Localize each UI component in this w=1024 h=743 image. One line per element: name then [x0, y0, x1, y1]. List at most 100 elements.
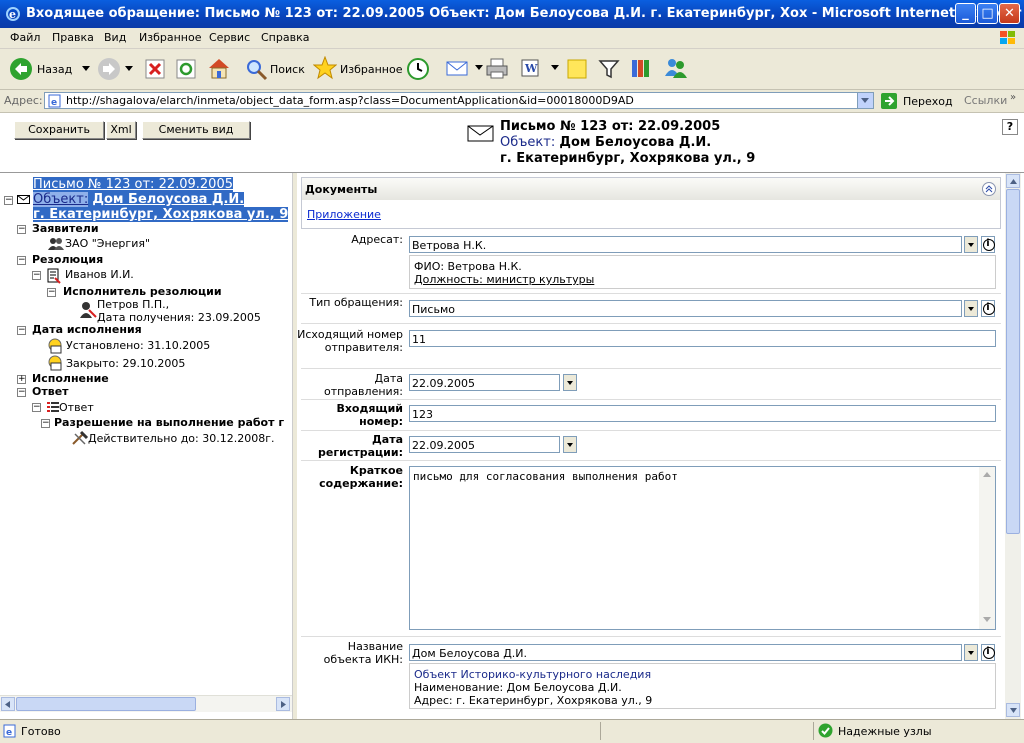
tree-exec-date[interactable]: Дата исполнения [32, 323, 142, 336]
addressee-info-icon[interactable]: i [981, 236, 995, 253]
note-icon[interactable] [566, 58, 588, 80]
object-details: Объект Историко-культурного наследия Наи… [409, 663, 996, 709]
address-input[interactable]: e http://shagalova/elarch/inmeta/object_… [44, 92, 874, 109]
summary-textarea[interactable]: письмо для согласования выполнения работ [409, 466, 996, 630]
addressee-input[interactable]: Ветрова Н.К. [409, 236, 962, 253]
research-icon[interactable] [630, 57, 654, 81]
forward-button[interactable] [96, 56, 133, 85]
collapse-chevron-icon[interactable] [982, 182, 996, 196]
tree-hscroll-thumb[interactable] [16, 697, 196, 711]
addressee-position: Должность: министр культуры [414, 273, 595, 286]
scroll-left-button[interactable] [1, 697, 15, 711]
addressee-label: Адресат: [351, 233, 403, 246]
tree-collapse-answer[interactable]: − [17, 388, 26, 397]
sentdate-input[interactable]: 22.09.2005 [409, 374, 560, 391]
tree-valid-until: Действительно до: 30.12.2008г. [88, 432, 275, 445]
scroll-right-button[interactable] [276, 697, 290, 711]
tree-hscrollbar[interactable] [0, 695, 292, 712]
links-label[interactable]: Ссылки [964, 94, 1007, 107]
svg-text:e: e [9, 8, 16, 21]
tree-answer[interactable]: Ответ [32, 385, 69, 398]
stop-icon[interactable] [145, 59, 165, 79]
regdate-input[interactable]: 22.09.2005 [409, 436, 560, 453]
summary-scrollbar[interactable] [979, 467, 995, 629]
object-info-type: Объект Историко-культурного наследия [414, 668, 652, 681]
tree-permit[interactable]: Разрешение на выполнение работ г [54, 416, 284, 429]
innum-input[interactable]: 123 [409, 405, 996, 422]
minimize-button[interactable]: _ [955, 3, 976, 24]
addressee-dropdown[interactable] [964, 236, 978, 253]
form-vscrollbar[interactable] [1005, 173, 1021, 719]
tree-closed[interactable]: Закрыто: 29.10.2005 [66, 357, 185, 370]
tree-applicants[interactable]: Заявители [32, 222, 99, 235]
search-button[interactable]: Поиск [244, 57, 305, 84]
help-icon[interactable]: ? [1002, 119, 1018, 135]
menu-help[interactable]: Справка [261, 31, 309, 44]
tree-executor[interactable]: Исполнитель резолюции [63, 285, 222, 298]
object-input[interactable]: Дом Белоусова Д.И. [409, 644, 962, 661]
change-view-button[interactable]: Сменить вид [142, 121, 250, 139]
chevron-down-icon[interactable] [551, 65, 559, 71]
address-dropdown-button[interactable] [857, 93, 873, 108]
regdate-picker[interactable] [563, 436, 577, 453]
filter-icon[interactable] [598, 58, 620, 80]
close-button[interactable]: ✕ [999, 3, 1020, 24]
menu-tools[interactable]: Сервис [209, 31, 250, 44]
tree-root-object[interactable]: Объект: Дом Белоусова Д.И. [33, 192, 245, 207]
xml-button[interactable]: Xml [106, 121, 136, 139]
tree-collapse-answer-item[interactable]: − [32, 403, 41, 412]
outnum-input[interactable]: 11 [409, 330, 996, 347]
edit-icon[interactable]: W [520, 58, 542, 78]
tree-collapse-root[interactable]: − [4, 196, 13, 205]
documents-panel: Документы Приложение [301, 177, 1001, 229]
tree-expand-execution[interactable]: + [17, 375, 26, 384]
tree-executor-name[interactable]: Петров П.П., [97, 298, 169, 311]
tree-collapse-applicants[interactable]: − [17, 225, 26, 234]
object-info-icon[interactable]: i [981, 644, 995, 661]
maximize-button[interactable]: □ [977, 3, 998, 24]
refresh-icon[interactable] [176, 59, 196, 79]
home-icon[interactable] [207, 57, 231, 79]
tree-collapse-permit[interactable]: − [41, 419, 50, 428]
menu-edit[interactable]: Правка [52, 31, 94, 44]
chevron-right-icon[interactable]: » [1010, 92, 1016, 103]
addressee-fio: ФИО: Ветрова Н.К. [414, 260, 522, 273]
tree-collapse-executor[interactable]: − [47, 288, 56, 297]
scroll-down-button[interactable] [1006, 703, 1020, 717]
type-dropdown[interactable] [964, 300, 978, 317]
go-button[interactable]: Переход [880, 92, 953, 113]
messenger-icon[interactable] [663, 56, 689, 80]
tree-root-address[interactable]: г. Екатеринбург, Хохрякова ул., 9 [33, 207, 289, 222]
tree-resolution[interactable]: Резолюция [32, 253, 103, 266]
type-input[interactable]: Письмо [409, 300, 962, 317]
menu-file[interactable]: Файл [10, 31, 40, 44]
type-info-icon[interactable]: i [981, 300, 995, 317]
tree-collapse-resolution[interactable]: − [17, 256, 26, 265]
tree-applicant-item[interactable]: ЗАО "Энергия" [65, 237, 150, 250]
tree-collapse-resolution-person[interactable]: − [32, 271, 41, 280]
tree-collapse-exec-date[interactable]: − [17, 326, 26, 335]
tree-established[interactable]: Установлено: 31.10.2005 [66, 339, 210, 352]
print-icon[interactable] [485, 57, 509, 79]
scroll-up-button[interactable] [1006, 174, 1020, 188]
mail-icon[interactable] [446, 58, 472, 78]
save-button[interactable]: Сохранить [14, 121, 104, 139]
attachment-link[interactable]: Приложение [307, 208, 381, 221]
back-button[interactable]: Назад [8, 56, 90, 85]
addressee-details: ФИО: Ветрова Н.К. Должность: министр кул… [409, 255, 996, 289]
tree-resolution-person[interactable]: Иванов И.И. [65, 268, 134, 281]
history-icon[interactable] [406, 57, 430, 81]
object-dropdown[interactable] [964, 644, 978, 661]
sentdate-picker[interactable] [563, 374, 577, 391]
tree-execution[interactable]: Исполнение [32, 372, 109, 385]
form-vscroll-thumb[interactable] [1006, 189, 1020, 534]
innum-label: Входящий номер: [336, 402, 403, 428]
type-label: Тип обращения: [309, 296, 403, 309]
tree-answer-item[interactable]: Ответ [59, 401, 94, 414]
svg-text:e: e [6, 728, 12, 738]
menu-favorites[interactable]: Избранное [139, 31, 201, 44]
chevron-down-icon[interactable] [475, 65, 483, 71]
tree-root-title[interactable]: Письмо № 123 от: 22.09.2005 [33, 177, 233, 192]
favorites-button[interactable]: Избранное [312, 55, 402, 83]
menu-view[interactable]: Вид [104, 31, 126, 44]
